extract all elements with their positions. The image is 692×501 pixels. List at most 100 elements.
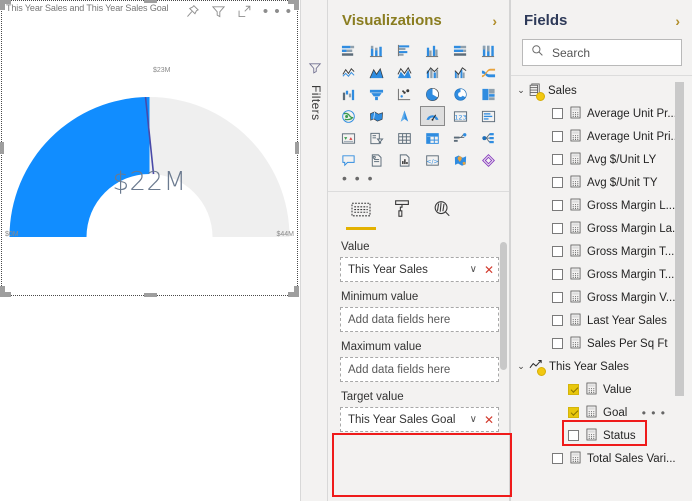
- well-maximum-value[interactable]: Add data fields here: [340, 357, 499, 382]
- 100-stacked-column-chart-icon[interactable]: [475, 39, 503, 61]
- remove-field-icon[interactable]: ✕: [484, 263, 494, 277]
- arcgis-maps-icon[interactable]: [447, 149, 475, 171]
- map-icon[interactable]: [334, 105, 362, 127]
- more-visuals-button[interactable]: • • •: [328, 171, 509, 185]
- key-influencers-icon[interactable]: [475, 127, 503, 149]
- field-checkbox[interactable]: [552, 200, 563, 211]
- ribbon-chart-icon[interactable]: [475, 61, 503, 83]
- fields-tree-item[interactable]: Status: [510, 424, 692, 447]
- clustered-column-chart-icon[interactable]: [418, 39, 446, 61]
- fields-tree-item[interactable]: Avg $/Unit TY: [510, 171, 692, 194]
- expand-collapse-chevron-icon[interactable]: ⌄: [514, 85, 528, 96]
- fields-tree-item[interactable]: Sales Per Sq Ft: [510, 332, 692, 355]
- fields-tree-item[interactable]: Gross Margin T...: [510, 240, 692, 263]
- field-checkbox[interactable]: [552, 292, 563, 303]
- slicer-icon[interactable]: [362, 127, 390, 149]
- gauge-icon[interactable]: [418, 105, 446, 127]
- treemap-icon[interactable]: [475, 83, 503, 105]
- stacked-area-chart-icon[interactable]: [390, 61, 418, 83]
- card-icon[interactable]: 123: [447, 105, 475, 127]
- field-checkbox[interactable]: [552, 223, 563, 234]
- line-chart-icon[interactable]: [334, 61, 362, 83]
- field-checkbox[interactable]: [552, 315, 563, 326]
- field-checkbox[interactable]: [552, 338, 563, 349]
- well-value[interactable]: This Year Sales ∨ ✕: [340, 257, 499, 282]
- fields-tree-item[interactable]: Goal• • •: [510, 401, 692, 424]
- field-wells-scrollbar[interactable]: [500, 236, 507, 450]
- fields-scrollbar-thumb[interactable]: [675, 82, 684, 396]
- field-checkbox[interactable]: [552, 131, 563, 142]
- format-tab[interactable]: [392, 199, 412, 230]
- fields-tree-item[interactable]: Value: [510, 378, 692, 401]
- well-target-value-field: This Year Sales Goal: [348, 414, 470, 426]
- field-checkbox[interactable]: [568, 407, 579, 418]
- decomposition-tree-icon[interactable]: [447, 127, 475, 149]
- fields-expand-chevron-icon[interactable]: ›: [675, 13, 680, 29]
- fields-tree-group[interactable]: ⌄Sales: [510, 79, 692, 102]
- area-chart-icon[interactable]: [362, 61, 390, 83]
- paginated-report-icon[interactable]: [362, 149, 390, 171]
- fields-tree-group[interactable]: ⌄This Year Sales: [510, 355, 692, 378]
- report-canvas[interactable]: This Year Sales and This Year Sales Goal: [0, 0, 300, 501]
- pie-chart-icon[interactable]: [418, 83, 446, 105]
- multi-row-card-icon[interactable]: [475, 105, 503, 127]
- line-and-clustered-column-chart-icon[interactable]: [447, 61, 475, 83]
- viz-pane-tabs[interactable]: [328, 192, 509, 230]
- fields-tree-item[interactable]: Last Year Sales: [510, 309, 692, 332]
- fields-tree-item[interactable]: Gross Margin T...: [510, 263, 692, 286]
- visualizations-expand-chevron-icon[interactable]: ›: [492, 13, 497, 29]
- field-checkbox[interactable]: [552, 177, 563, 188]
- fields-tree[interactable]: ⌄SalesAverage Unit Pr... Average Unit Pri…: [510, 76, 692, 470]
- fields-tree-item[interactable]: Gross Margin L...: [510, 194, 692, 217]
- checked-badge-icon: [537, 367, 546, 376]
- field-checkbox[interactable]: [552, 453, 563, 464]
- r-script-visual-icon[interactable]: </>: [418, 149, 446, 171]
- filters-pane-collapsed[interactable]: Filters: [300, 0, 328, 501]
- stacked-column-chart-icon[interactable]: [362, 39, 390, 61]
- field-wells-scrollbar-thumb[interactable]: [500, 242, 507, 370]
- donut-chart-icon[interactable]: [447, 83, 475, 105]
- clustered-bar-chart-icon[interactable]: [390, 39, 418, 61]
- q-and-a-icon[interactable]: [334, 149, 362, 171]
- waterfall-chart-icon[interactable]: [334, 83, 362, 105]
- search-input[interactable]: Search: [522, 39, 682, 66]
- chevron-down-icon[interactable]: ∨: [470, 414, 477, 425]
- fields-tree-item[interactable]: Average Unit Pri...: [510, 125, 692, 148]
- well-target-value[interactable]: This Year Sales Goal ∨ ✕: [340, 407, 499, 432]
- fields-tree-item[interactable]: Total Sales Vari...: [510, 447, 692, 470]
- field-checkbox[interactable]: [568, 430, 579, 441]
- remove-field-icon[interactable]: ✕: [484, 413, 494, 427]
- 100-stacked-bar-chart-icon[interactable]: [447, 39, 475, 61]
- gauge-value-label: $22M: [1, 167, 298, 197]
- fields-tree-item[interactable]: Avg $/Unit LY: [510, 148, 692, 171]
- visual-type-gallery[interactable]: 123 </>: [328, 39, 509, 171]
- matrix-icon[interactable]: [418, 127, 446, 149]
- smart-narrative-icon[interactable]: [390, 149, 418, 171]
- power-apps-icon[interactable]: [475, 149, 503, 171]
- well-minimum-value[interactable]: Add data fields here: [340, 307, 499, 332]
- scatter-chart-icon[interactable]: [390, 83, 418, 105]
- line-and-stacked-column-chart-icon[interactable]: [418, 61, 446, 83]
- chevron-down-icon[interactable]: ∨: [470, 264, 477, 275]
- analytics-tab[interactable]: [432, 199, 452, 230]
- kpi-icon[interactable]: [334, 127, 362, 149]
- funnel-chart-icon[interactable]: [362, 83, 390, 105]
- field-label: Average Unit Pri...: [587, 131, 680, 143]
- field-checkbox[interactable]: [552, 154, 563, 165]
- fields-scrollbar[interactable]: [675, 82, 684, 412]
- field-checkbox[interactable]: [568, 384, 579, 395]
- field-more-options-button[interactable]: • • •: [642, 410, 666, 416]
- field-checkbox[interactable]: [552, 108, 563, 119]
- filled-map-icon[interactable]: [362, 105, 390, 127]
- stacked-bar-chart-icon[interactable]: [334, 39, 362, 61]
- field-checkbox[interactable]: [552, 269, 563, 280]
- table-icon[interactable]: [390, 127, 418, 149]
- fields-tab[interactable]: [350, 201, 372, 230]
- fields-tree-item[interactable]: Gross Margin La...: [510, 217, 692, 240]
- field-checkbox[interactable]: [552, 246, 563, 257]
- fields-tree-item[interactable]: Average Unit Pr...: [510, 102, 692, 125]
- expand-collapse-chevron-icon[interactable]: ⌄: [514, 361, 528, 372]
- fields-tree-item[interactable]: Gross Margin V...: [510, 286, 692, 309]
- shape-map-icon[interactable]: [390, 105, 418, 127]
- gauge-visual[interactable]: This Year Sales and This Year Sales Goal: [1, 1, 298, 296]
